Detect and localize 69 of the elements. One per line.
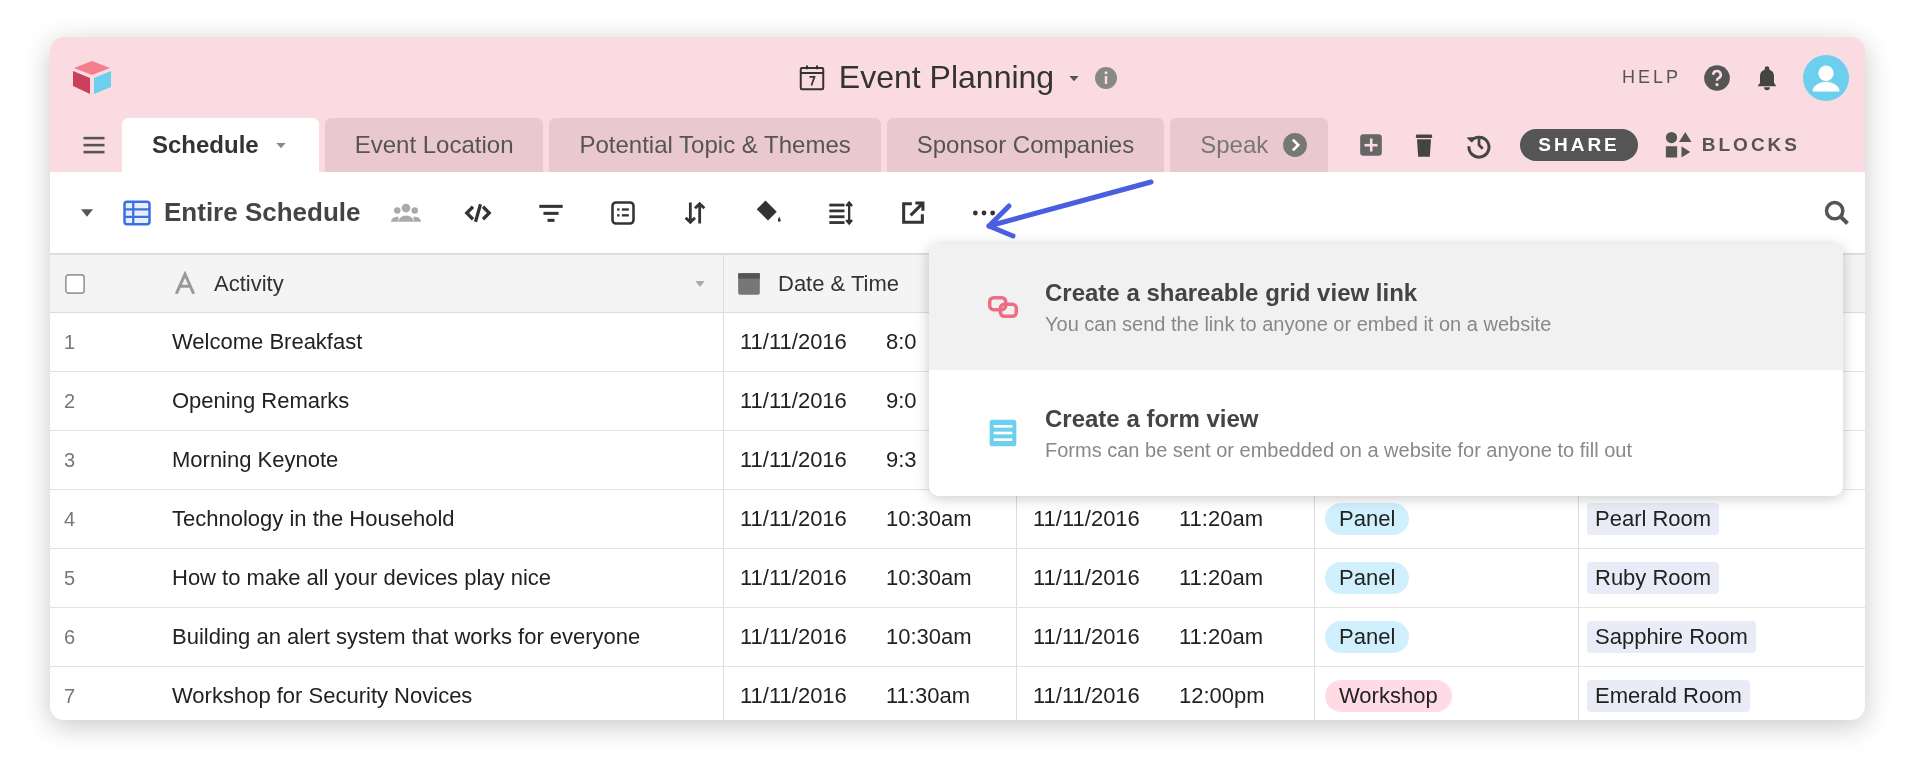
calendar-icon (736, 270, 762, 297)
table-cell: Technology in the Household (172, 506, 455, 532)
date-text: 11/11/2016 (1033, 565, 1141, 591)
share-button[interactable]: SHARE (1520, 129, 1638, 161)
column-header[interactable]: Activity (214, 270, 284, 297)
blocks-icon (1663, 130, 1694, 160)
table-cell: Workshop for Security Novices (172, 683, 473, 709)
date-text: 11/11/2016 (1033, 506, 1141, 532)
date-text: 11/11/2016 (740, 683, 848, 709)
column-header[interactable]: Date & Time (778, 270, 900, 297)
date-text: 11/11/2016 (740, 447, 848, 473)
search-icon[interactable] (1823, 198, 1851, 227)
row-number: 1 (64, 330, 76, 354)
room-tag: Sapphire Room (1587, 621, 1756, 653)
time-text: 11:20am (1179, 624, 1263, 650)
date-text: 11/11/2016 (740, 329, 848, 355)
blocks-button[interactable]: BLOCKS (1663, 130, 1800, 160)
checkbox[interactable] (64, 272, 86, 295)
date-text: 11/11/2016 (740, 565, 848, 591)
type-tag: Panel (1325, 562, 1410, 594)
tab[interactable]: Event Location (324, 118, 544, 172)
info-icon[interactable] (1094, 65, 1119, 90)
row-number: 6 (64, 625, 76, 649)
base-title: Event Planning (838, 59, 1055, 96)
time-text: 11:20am (1179, 506, 1263, 532)
menu-item[interactable]: Create a shareable grid view link You can send the link to anyone or embed it on a website (929, 244, 1843, 370)
table-cell: Welcome Breakfast (172, 329, 363, 355)
time-text: 9:0 (886, 388, 917, 414)
row-number: 2 (64, 389, 76, 413)
room-tag: Pearl Room (1587, 503, 1720, 535)
date-text: 11/11/2016 (740, 388, 848, 414)
date-text: 11/11/2016 (1033, 624, 1141, 650)
time-text: 9:3 (886, 447, 917, 473)
date-text: 11/11/2016 (740, 624, 848, 650)
text-field-icon (172, 270, 198, 297)
time-text: 10:30am (886, 624, 972, 650)
table-cell: How to make all your devices play nice (172, 565, 552, 591)
chevron-right-icon[interactable] (1282, 132, 1309, 158)
row-number: 5 (64, 566, 76, 590)
room-tag: Ruby Room (1587, 562, 1720, 594)
type-tag: Panel (1325, 621, 1410, 653)
time-text: 11:30am (886, 683, 970, 709)
type-tag: Workshop (1325, 680, 1452, 712)
date-text: 11/11/2016 (1033, 683, 1141, 709)
time-text: 10:30am (886, 506, 972, 532)
time-text: 10:30am (886, 565, 972, 591)
tab[interactable]: Potential Topic & Themes (549, 118, 881, 172)
time-text: 12:00pm (1179, 683, 1265, 709)
row-height-icon[interactable] (826, 198, 855, 227)
help-link[interactable]: HELP (1621, 67, 1681, 88)
table-cell: Building an alert system that works for everyone (172, 624, 641, 650)
table-cell: Opening Remarks (172, 388, 350, 414)
date-text: 11/11/2016 (740, 506, 848, 532)
time-text: 11:20am (1179, 565, 1263, 591)
list-icon[interactable] (608, 198, 637, 227)
tab[interactable]: Schedule (122, 118, 319, 172)
row-number: 7 (64, 684, 76, 708)
form-icon (987, 417, 1019, 449)
row-number: 4 (64, 507, 76, 531)
help-icon[interactable] (1703, 63, 1731, 92)
table-cell: Morning Keynote (172, 447, 339, 473)
tab[interactable]: Sponsor Companies (886, 118, 1165, 172)
row-number: 3 (64, 448, 76, 472)
room-tag: Emerald Room (1587, 680, 1750, 712)
add-icon[interactable] (1358, 132, 1385, 158)
type-tag: Panel (1325, 503, 1410, 535)
time-text: 8:0 (886, 329, 917, 355)
view-name[interactable]: Entire Schedule (164, 197, 361, 228)
menu-item[interactable]: Create a form view Forms can be sent or embedded on a website for anyone to fill out (929, 370, 1843, 496)
